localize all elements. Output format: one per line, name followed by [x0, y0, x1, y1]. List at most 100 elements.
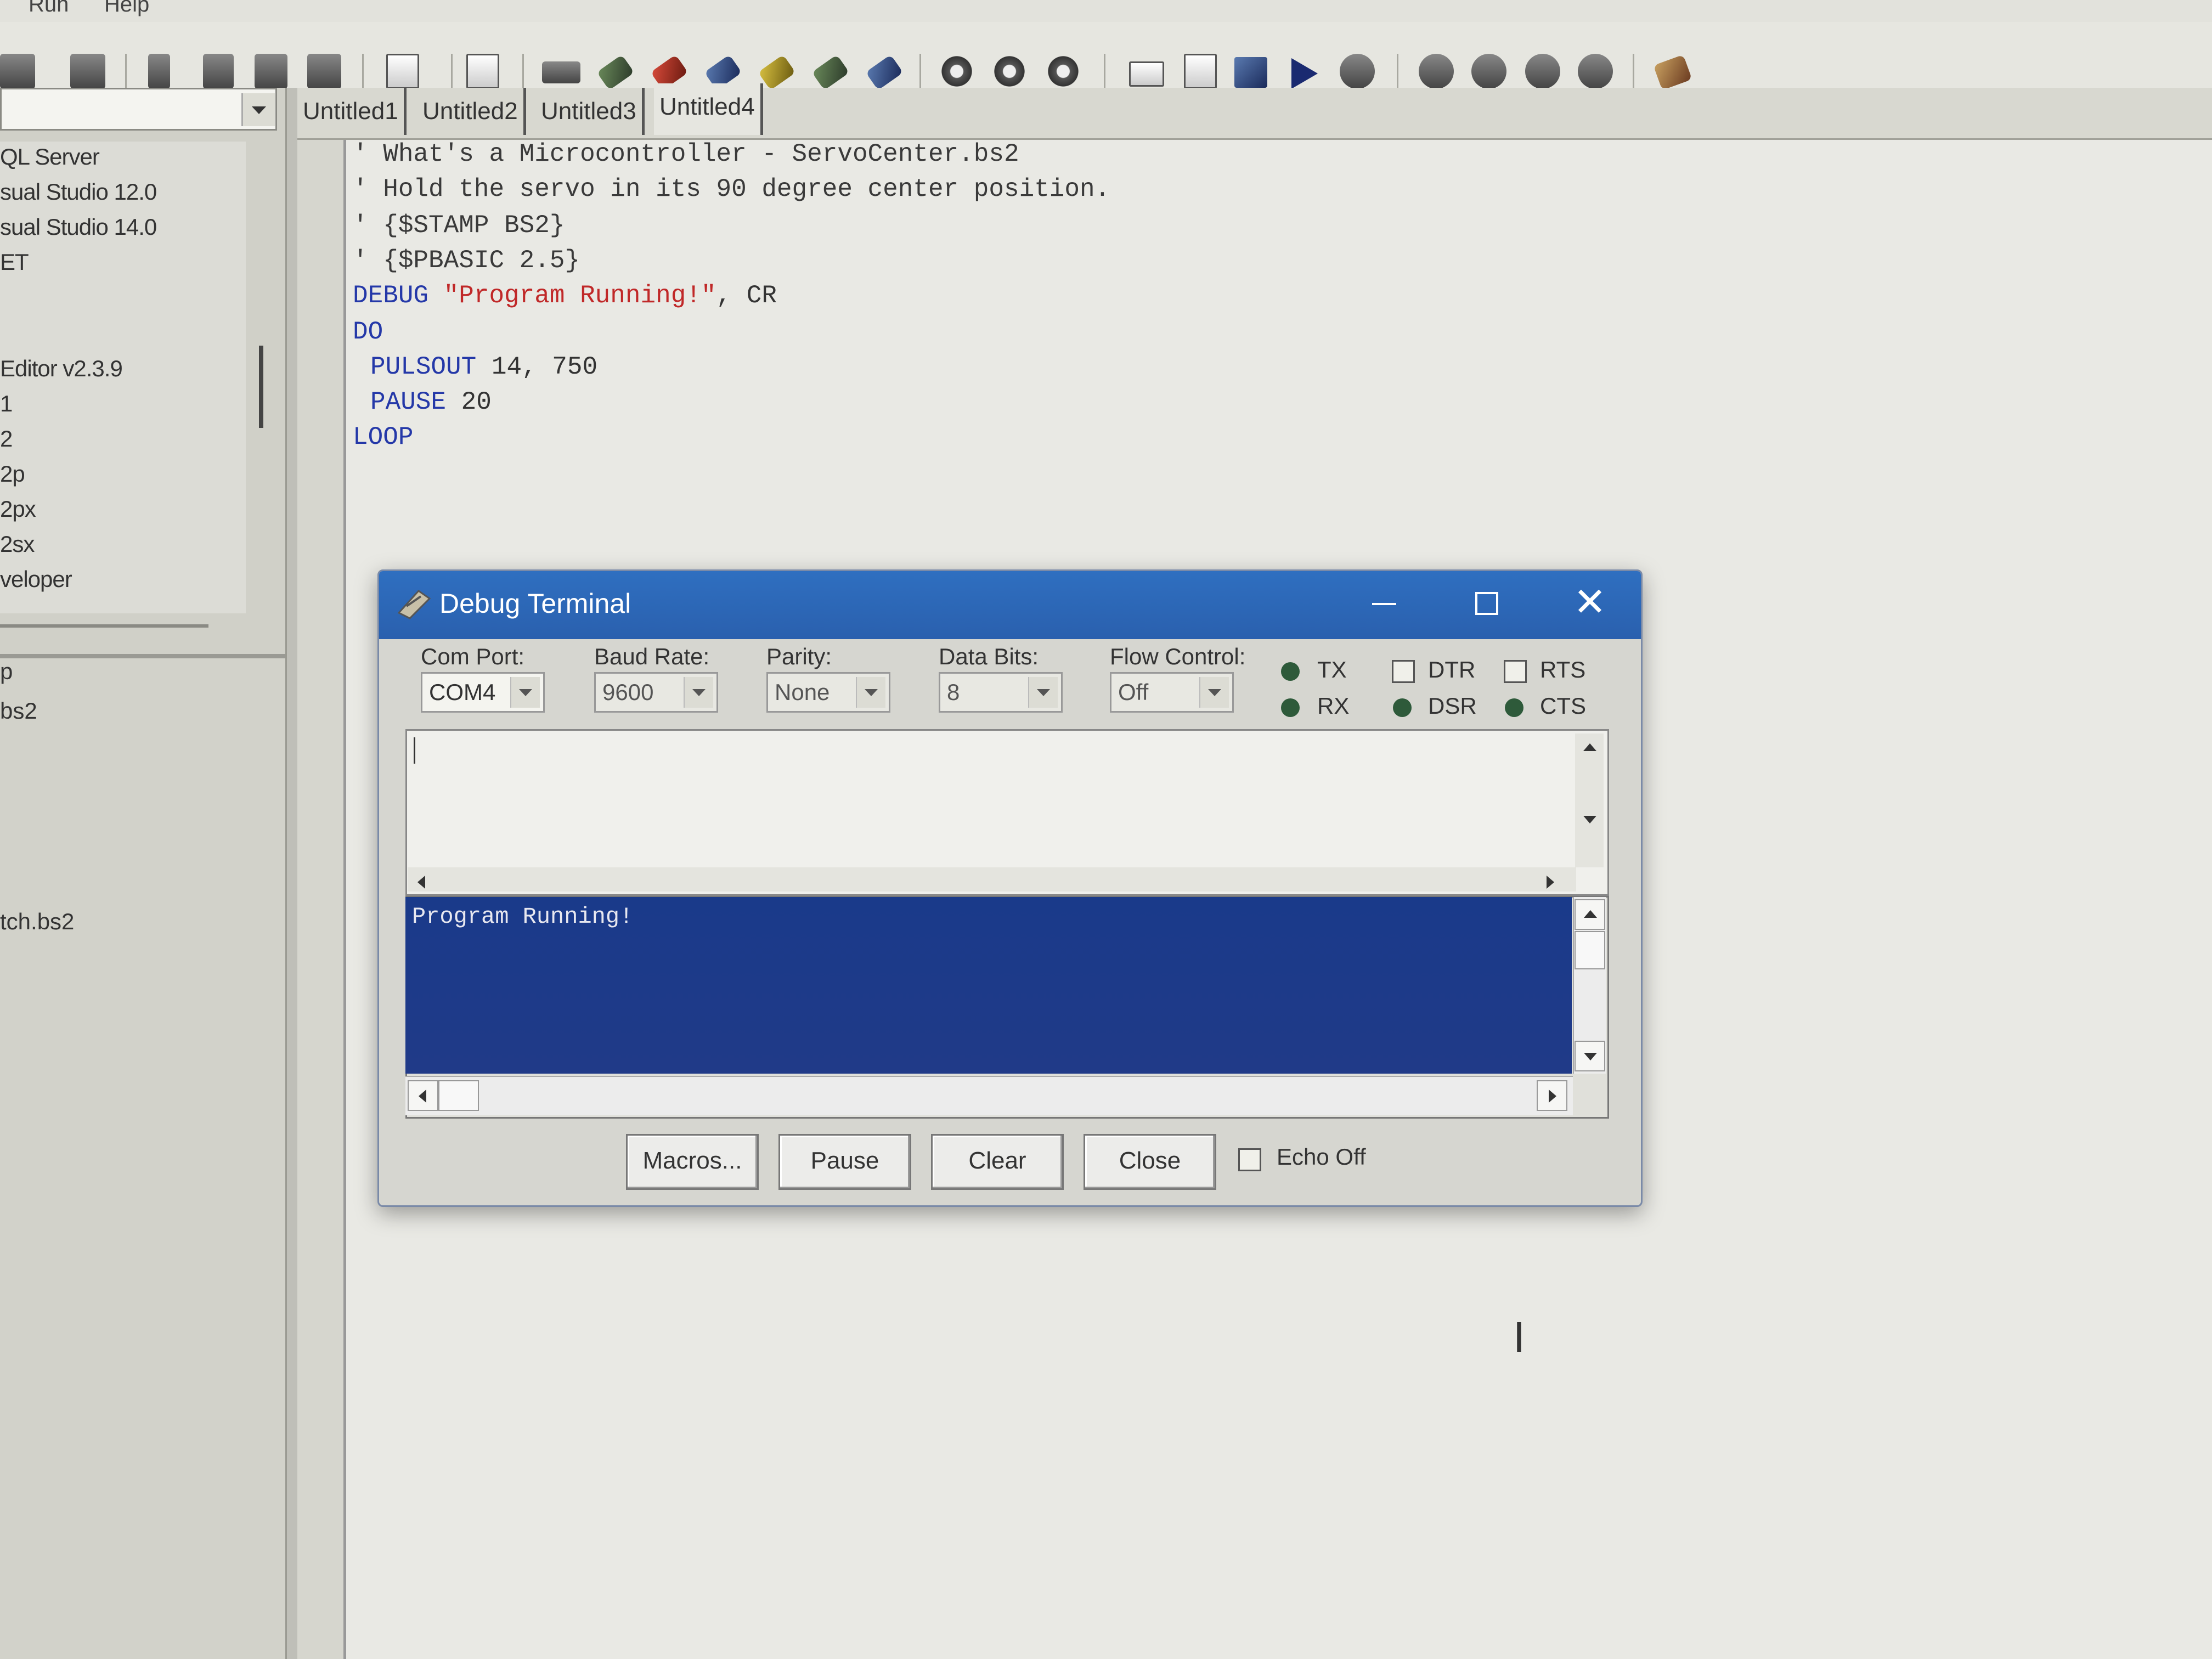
flow-control-select[interactable]: Off	[1110, 672, 1234, 713]
pause-button[interactable]: Pause	[778, 1134, 911, 1190]
chip-bs1-icon[interactable]	[542, 61, 580, 83]
file-item[interactable]: p	[0, 658, 13, 685]
data-bits-select[interactable]: 8	[939, 672, 1063, 713]
com-port-select[interactable]: COM4	[421, 672, 545, 713]
cut-icon[interactable]	[148, 54, 170, 89]
chip-bs2px-icon[interactable]	[865, 54, 904, 91]
help-icon[interactable]	[1525, 54, 1560, 89]
tx-indicator	[1281, 662, 1300, 681]
find-icon[interactable]	[0, 54, 35, 89]
folder-item[interactable]: 2px	[0, 496, 36, 522]
chevron-down-icon[interactable]	[856, 677, 885, 708]
transmit-vertical-scrollbar[interactable]	[1575, 733, 1604, 867]
print-icon[interactable]	[70, 54, 105, 89]
memory-map-icon[interactable]	[1129, 61, 1164, 87]
file-list[interactable]: p bs2 tch.bs2	[0, 658, 285, 1659]
tab-untitled3[interactable]: Untitled3	[535, 88, 645, 135]
code-line: ' Hold the servo in its 90 degree center…	[353, 175, 1110, 204]
book-icon[interactable]	[1653, 54, 1692, 91]
binoculars-icon[interactable]	[307, 54, 341, 89]
file-item[interactable]: tch.bs2	[0, 909, 74, 935]
scroll-left-icon[interactable]	[408, 1080, 438, 1111]
transmit-horizontal-scrollbar[interactable]	[408, 867, 1576, 891]
dtr-checkbox[interactable]	[1392, 660, 1415, 683]
scroll-down-icon[interactable]	[1575, 1041, 1605, 1071]
maximize-icon[interactable]	[1475, 592, 1498, 615]
paste-icon[interactable]	[255, 54, 287, 89]
divider[interactable]	[0, 654, 285, 658]
chip-bs2-icon[interactable]	[596, 54, 635, 91]
folder-item[interactable]: 2p	[0, 461, 25, 487]
play-icon[interactable]	[1291, 58, 1318, 89]
folder-item[interactable]: QL Server	[0, 144, 100, 170]
chevron-down-icon[interactable]	[684, 677, 713, 708]
folder-item[interactable]: 1	[0, 391, 13, 417]
receive-text: Program Running!	[412, 904, 634, 930]
folder-scrollbar[interactable]	[259, 346, 263, 428]
check-syntax-icon[interactable]	[1184, 54, 1217, 89]
chip-bs2pe-icon[interactable]	[811, 54, 850, 91]
scroll-down-icon[interactable]	[1575, 805, 1606, 836]
folder-list[interactable]: QL Server sual Studio 12.0 sual Studio 1…	[0, 142, 246, 613]
folder-item[interactable]: sual Studio 12.0	[0, 179, 157, 205]
menu-help[interactable]: Help	[104, 0, 149, 17]
scroll-left-icon[interactable]	[408, 867, 438, 898]
minimize-icon[interactable]	[1372, 603, 1396, 605]
menu-bar: Run Help	[0, 0, 2212, 22]
tab-untitled4[interactable]: Untitled4	[654, 83, 763, 135]
rx-label: RX	[1317, 693, 1350, 719]
scroll-right-icon[interactable]	[1537, 1080, 1567, 1111]
clear-button[interactable]: Clear	[931, 1134, 1064, 1190]
chevron-down-icon[interactable]	[241, 93, 275, 126]
identify-icon[interactable]	[1340, 54, 1375, 89]
file-item[interactable]: bs2	[0, 698, 37, 724]
parity-select[interactable]: None	[766, 672, 890, 713]
debug-terminal-window[interactable]: Debug Terminal ✕ Com Port: COM4 Baud Rat…	[377, 569, 1643, 1207]
folder-item[interactable]: sual Studio 14.0	[0, 214, 157, 240]
scroll-thumb[interactable]	[1575, 931, 1605, 969]
code-line: LOOP	[353, 423, 414, 452]
menu-run[interactable]: Run	[29, 0, 69, 17]
rts-checkbox[interactable]	[1504, 660, 1527, 683]
cts-label: CTS	[1540, 693, 1586, 719]
receive-horizontal-scrollbar[interactable]	[405, 1076, 1573, 1115]
dtr-label: DTR	[1428, 657, 1476, 682]
debug-icon[interactable]	[1419, 54, 1454, 89]
scroll-up-icon[interactable]	[1575, 899, 1605, 930]
code-line: ' {$STAMP BS2}	[353, 211, 565, 240]
folder-item[interactable]: 2	[0, 426, 13, 452]
pbasic-2-0-icon[interactable]	[992, 54, 1027, 89]
preferences-icon[interactable]	[466, 54, 499, 89]
drive-select[interactable]	[0, 88, 277, 131]
chevron-down-icon[interactable]	[510, 677, 540, 708]
debug-terminal-icon[interactable]	[1471, 54, 1506, 89]
format-icon[interactable]	[386, 54, 419, 89]
pbasic-1-0-icon[interactable]	[939, 54, 974, 89]
scroll-right-icon[interactable]	[1536, 867, 1566, 898]
echo-off-checkbox[interactable]	[1238, 1148, 1261, 1171]
baud-rate-select[interactable]: 9600	[594, 672, 718, 713]
folder-item[interactable]: Editor v2.3.9	[0, 356, 123, 382]
pbasic-2-5-icon[interactable]	[1046, 54, 1081, 89]
receive-pane[interactable]: Program Running!	[405, 897, 1572, 1074]
folder-item[interactable]: 2sx	[0, 531, 35, 557]
close-icon[interactable]: ✕	[1570, 582, 1610, 623]
text-cursor-icon: I	[1513, 1314, 1525, 1362]
editor-tabs: Untitled1 Untitled2 Untitled3 Untitled4	[297, 83, 2212, 140]
scroll-thumb[interactable]	[438, 1080, 479, 1111]
macros-button[interactable]: Macros...	[626, 1134, 759, 1190]
folder-item[interactable]: ET	[0, 249, 29, 275]
close-button[interactable]: Close	[1084, 1134, 1216, 1190]
scroll-up-icon[interactable]	[1575, 733, 1606, 764]
chip-bs2p-icon[interactable]	[758, 54, 796, 91]
tab-untitled2[interactable]: Untitled2	[417, 88, 526, 135]
copy-icon[interactable]	[203, 54, 234, 89]
receive-vertical-scrollbar[interactable]	[1573, 897, 1606, 1074]
run-icon[interactable]	[1234, 57, 1267, 88]
chevron-down-icon[interactable]	[1028, 677, 1058, 708]
stamp-icon[interactable]	[1578, 54, 1613, 89]
chevron-down-icon[interactable]	[1199, 677, 1229, 708]
tab-untitled1[interactable]: Untitled1	[297, 88, 407, 135]
folder-item[interactable]: veloper	[0, 566, 72, 592]
title-bar[interactable]: Debug Terminal ✕	[379, 571, 1641, 639]
